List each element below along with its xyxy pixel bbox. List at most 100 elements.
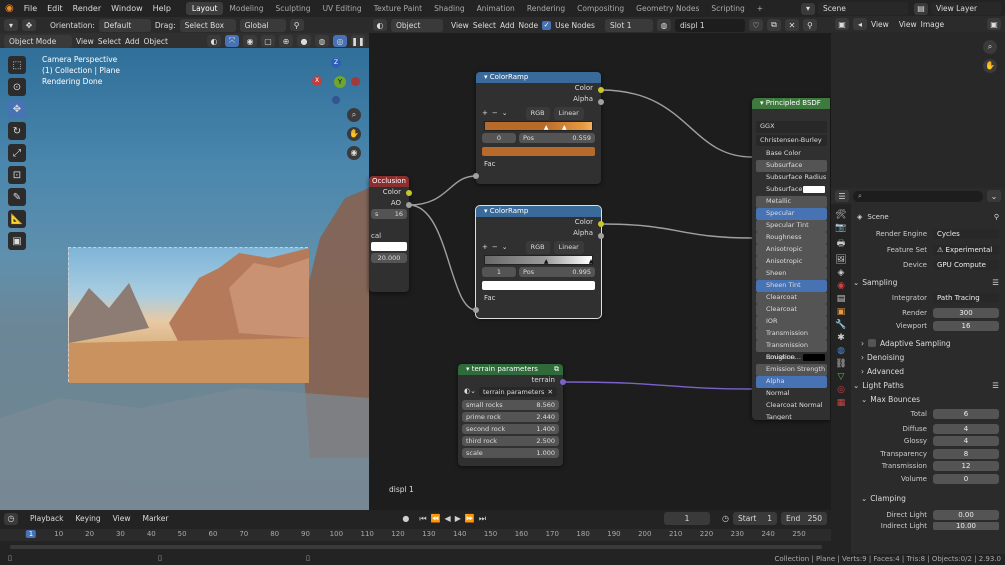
tab-geometry-nodes[interactable]: Geometry Nodes bbox=[630, 2, 705, 15]
unlink-group-icon[interactable]: ✕ bbox=[548, 387, 553, 397]
world-tab-icon[interactable]: ◉ bbox=[837, 281, 845, 291]
viewport-menu-add[interactable]: Add bbox=[125, 37, 140, 46]
record-icon[interactable]: ● bbox=[402, 514, 409, 523]
occlusion-distance-field[interactable]: 20.000 bbox=[371, 253, 407, 263]
adaptive-sampling-panel[interactable]: › Adaptive Sampling bbox=[853, 336, 1005, 350]
diffuse-bounces-field[interactable]: 4 bbox=[933, 423, 999, 434]
3d-viewport[interactable]: Camera Perspective (1) Collection | Plan… bbox=[0, 48, 369, 510]
tab-rendering[interactable]: Rendering bbox=[521, 2, 571, 15]
colorramp-1-stop-1[interactable]: ▲ bbox=[562, 124, 567, 131]
colorramp-2-menu-icon[interactable]: ⌄ bbox=[502, 242, 508, 253]
duplicate-icon[interactable]: ⧉ bbox=[766, 19, 781, 31]
physics-tab-icon[interactable]: ◍ bbox=[837, 346, 845, 356]
feature-set-dropdown[interactable]: ⚠ Experimental bbox=[933, 244, 999, 255]
bsdf-input-subsurface-c[interactable]: Subsurface C... bbox=[756, 184, 827, 196]
colorramp-1-mode[interactable]: RGB bbox=[525, 107, 550, 120]
max-bounces-panel-header[interactable]: ⌄ Max Bounces bbox=[853, 392, 1005, 406]
colorramp-1-interp[interactable]: Linear bbox=[553, 107, 584, 120]
data-tab-icon[interactable]: ▽ bbox=[838, 372, 845, 382]
timeline[interactable]: ◷ Playback Keying View Marker ● ⏮ ⏪ ◀ ▶ … bbox=[0, 510, 831, 554]
principled-bsdf-node[interactable]: ▾ Principled BSDF GGX Christensen-Burley… bbox=[752, 98, 830, 420]
occlusion-color-socket[interactable] bbox=[406, 190, 412, 196]
render-engine-dropdown[interactable]: Cycles bbox=[933, 229, 999, 240]
emission-color-swatch[interactable] bbox=[803, 354, 825, 361]
scene-icon[interactable]: ▾ bbox=[801, 2, 815, 15]
shading-material-icon[interactable]: ◍ bbox=[315, 35, 329, 47]
colorramp-1-pos[interactable]: Pos 0.559 bbox=[519, 133, 595, 143]
shading-solid-icon[interactable]: ● bbox=[297, 35, 311, 47]
render-samples-field[interactable]: 300 bbox=[933, 308, 999, 319]
jump-end-icon[interactable]: ⏭ bbox=[479, 514, 486, 524]
pause-render-icon[interactable]: ❚❚ bbox=[351, 35, 365, 47]
occlusion-color-swatch[interactable] bbox=[371, 242, 407, 251]
node-group-icon[interactable]: ⧉ bbox=[554, 364, 559, 375]
menu-window[interactable]: Window bbox=[106, 4, 148, 13]
colorramp-2-stop-1[interactable]: ▲ bbox=[589, 258, 594, 265]
light-paths-presets-icon[interactable]: ☰ bbox=[992, 381, 999, 390]
colorramp-2-interp[interactable]: Linear bbox=[553, 241, 584, 254]
collection-tab-icon[interactable]: ▤ bbox=[837, 294, 846, 304]
image-menu-image[interactable]: Image bbox=[921, 20, 945, 29]
properties-editor[interactable]: ☰ ⌕ ⌄ 🛠 📷 🖶 🖼 ◈ ◉ ▤ ▣ 🔧 ✱ ◍ ⛓ ▽ ◎ ▦ ◈ Sc… bbox=[831, 188, 1005, 565]
scene-selector[interactable]: Scene bbox=[818, 2, 908, 15]
bsdf-input-emission-strength[interactable]: Emission Strength bbox=[756, 364, 827, 376]
next-keyframe-icon[interactable]: ⏩ bbox=[465, 514, 475, 523]
total-bounces-field[interactable]: 6 bbox=[933, 409, 999, 420]
gizmo-neg-z[interactable] bbox=[332, 96, 340, 104]
bsdf-input-clearcoat[interactable]: Clearcoat bbox=[756, 292, 827, 304]
select-tool-icon[interactable]: ⬚ bbox=[8, 56, 26, 74]
tab-scripting[interactable]: Scripting bbox=[705, 2, 750, 15]
blender-logo-icon[interactable]: ◉ bbox=[0, 3, 19, 14]
colorramp-1-add-icon[interactable]: + bbox=[482, 108, 488, 119]
node-menu-select[interactable]: Select bbox=[473, 21, 496, 30]
tab-modeling[interactable]: Modeling bbox=[223, 2, 269, 15]
menu-render[interactable]: Render bbox=[68, 4, 106, 13]
direct-light-field[interactable]: 0.00 bbox=[933, 510, 999, 521]
play-reverse-icon[interactable]: ◀ bbox=[445, 514, 451, 523]
light-paths-panel-header[interactable]: ⌄ Light Paths ☰ bbox=[853, 378, 1005, 392]
render-tab-icon[interactable]: 📷 bbox=[835, 223, 846, 233]
cursor-tool-icon[interactable]: ⊙ bbox=[8, 78, 26, 96]
gizmo-neg-x[interactable] bbox=[351, 77, 360, 86]
prime-rock-field[interactable]: prime rock 2.440 bbox=[462, 412, 559, 422]
occlusion-samples-field[interactable]: s 16 bbox=[371, 209, 407, 219]
scene-tab-icon[interactable]: ◈ bbox=[838, 268, 845, 278]
add-workspace-button[interactable]: + bbox=[751, 2, 769, 15]
colorramp-2-pos[interactable]: Pos 0.995 bbox=[519, 267, 595, 277]
material-icon[interactable]: ◍ bbox=[656, 19, 671, 31]
bsdf-input-normal[interactable]: Normal bbox=[756, 388, 827, 400]
view-layer-selector[interactable]: View Layer bbox=[931, 2, 1001, 15]
colorramp-2-mode[interactable]: RGB bbox=[525, 241, 550, 254]
terrain-output-socket[interactable] bbox=[560, 379, 566, 385]
third-rock-field[interactable]: third rock 2.500 bbox=[462, 436, 559, 446]
tab-shading[interactable]: Shading bbox=[428, 2, 470, 15]
small-rocks-field[interactable]: small rocks 8.560 bbox=[462, 400, 559, 410]
move-tool-icon[interactable]: ✥ bbox=[22, 19, 36, 31]
shading-wireframe-icon[interactable]: ⊕ bbox=[279, 35, 293, 47]
colorramp-1-fac-socket[interactable] bbox=[473, 173, 479, 179]
tab-texture-paint[interactable]: Texture Paint bbox=[368, 2, 428, 15]
pin-icon[interactable]: ⚲ bbox=[994, 213, 999, 221]
use-nodes-checkbox[interactable]: ✓ bbox=[542, 20, 552, 30]
colorramp-1-index[interactable]: 0 bbox=[482, 133, 516, 143]
colorramp-2-add-icon[interactable]: + bbox=[482, 242, 488, 253]
orientation-dropdown[interactable]: Default bbox=[98, 18, 151, 32]
end-frame-field[interactable]: End 250 bbox=[781, 512, 827, 525]
properties-type-icon[interactable]: ☰ bbox=[835, 190, 849, 202]
colorramp-1-color-swatch[interactable] bbox=[482, 147, 595, 156]
device-dropdown[interactable]: GPU Compute bbox=[933, 260, 999, 271]
output-tab-icon[interactable]: 🖶 bbox=[837, 236, 846, 252]
bsdf-input-metallic[interactable]: Metallic bbox=[756, 196, 827, 208]
tab-animation[interactable]: Animation bbox=[471, 2, 521, 15]
view-layer-tab-icon[interactable]: 🖼 bbox=[835, 255, 846, 265]
colorramp-1-color-socket[interactable] bbox=[598, 87, 604, 93]
viewport-menu-view[interactable]: View bbox=[76, 37, 94, 46]
image-editor-panel[interactable]: ▣ ◂ View View Image ▣ ⌕ ✋ bbox=[831, 16, 1005, 188]
timeline-menu-keying[interactable]: Keying bbox=[75, 514, 100, 523]
modifier-tab-icon[interactable]: 🔧 bbox=[835, 320, 846, 330]
integrator-dropdown[interactable]: Path Tracing bbox=[933, 292, 999, 303]
image-menu-view2[interactable]: View bbox=[899, 20, 917, 29]
colorramp-node-2[interactable]: ▾ ColorRamp Color Alpha + − ⌄ RGB Linear… bbox=[475, 205, 602, 319]
navigation-gizmo[interactable]: Z X Y bbox=[310, 58, 360, 108]
adaptive-sampling-checkbox[interactable] bbox=[868, 339, 876, 347]
